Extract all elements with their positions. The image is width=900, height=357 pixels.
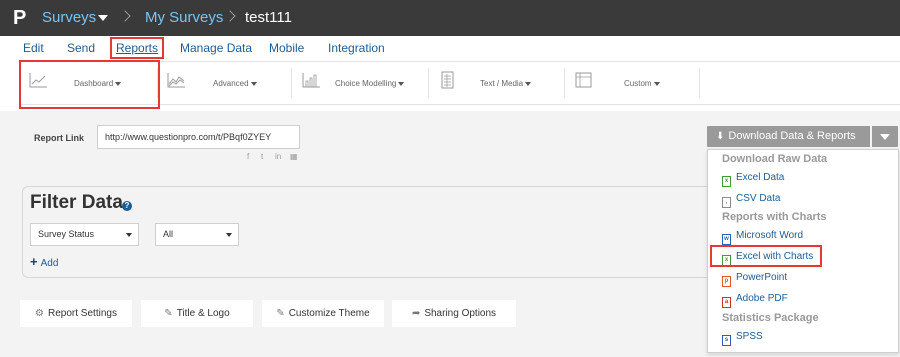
menu-item-adobe-pdf[interactable]: a Adobe PDF — [722, 293, 788, 308]
help-icon[interactable]: ? — [122, 201, 132, 211]
custom-layout-icon — [575, 72, 592, 88]
app-logo[interactable]: P — [13, 7, 26, 29]
subnav-text-media[interactable]: Text / Media — [429, 62, 564, 104]
csv-file-icon: , — [722, 197, 731, 208]
edit-icon: ✎ — [276, 308, 285, 319]
report-link-label: Report Link — [34, 133, 85, 143]
tab-report-settings-label: Report Settings — [48, 308, 117, 319]
add-filter-label: Add — [40, 258, 59, 269]
plus-icon: + — [30, 254, 38, 269]
menu-item-adobe-pdf-label: Adobe PDF — [736, 293, 788, 304]
add-filter-link[interactable]: + Add — [30, 254, 59, 270]
menu-item-microsoft-word[interactable]: w Microsoft Word — [722, 230, 803, 245]
surveys-menu[interactable]: Surveys — [42, 8, 96, 28]
top-bar: P Surveys My Surveys test111 — [0, 0, 900, 36]
chevron-down-icon — [126, 233, 132, 237]
edit-icon: ✎ — [164, 308, 173, 319]
menu-item-csv-data[interactable]: , CSV Data — [722, 193, 780, 208]
highlight-box — [19, 60, 160, 109]
status-value-text: All — [163, 229, 174, 239]
menu-item-powerpoint-label: PowerPoint — [736, 272, 788, 283]
menu-header-statistics: Statistics Package — [722, 312, 819, 324]
pdf-file-icon: a — [722, 297, 731, 308]
grid-icon[interactable]: ▦ — [290, 152, 298, 161]
menu-item-excel-data[interactable]: x Excel Data — [722, 172, 784, 187]
menu-item-microsoft-word-label: Microsoft Word — [736, 230, 804, 241]
highlight-box — [710, 245, 822, 267]
menu-item-spss-label: SPSS — [736, 331, 763, 342]
word-file-icon: w — [722, 234, 731, 245]
tab-report-settings[interactable]: ⚙ Report Settings — [20, 300, 132, 327]
tab-sharing-options[interactable]: ➦ Sharing Options — [392, 300, 516, 327]
subnav-choice-modelling-label: Choice Modelling — [335, 79, 405, 89]
survey-status-select[interactable]: Survey Status — [30, 223, 139, 246]
nav-manage-data[interactable]: Manage Data — [180, 41, 252, 55]
powerpoint-file-icon: p — [722, 276, 731, 287]
subnav-advanced[interactable]: Advanced — [158, 62, 291, 104]
facebook-icon[interactable]: f — [247, 152, 249, 161]
nav-send[interactable]: Send — [67, 41, 95, 55]
share-icon: ➦ — [411, 308, 421, 319]
tab-customize-theme-label: Customize Theme — [288, 308, 370, 319]
survey-status-value: Survey Status — [38, 229, 95, 239]
subnav-text-media-label: Text / Media — [480, 79, 532, 89]
breadcrumb-chevron-icon — [119, 10, 131, 22]
nav-integration[interactable]: Integration — [328, 41, 385, 55]
subnav-choice-modelling[interactable]: Choice Modelling — [292, 62, 428, 104]
chevron-down-icon — [226, 233, 232, 237]
download-dropdown-toggle[interactable] — [872, 126, 898, 147]
tab-title-logo[interactable]: ✎ Title & Logo — [141, 300, 253, 327]
download-data-reports-button[interactable]: ⬇ Download Data & Reports — [707, 126, 870, 147]
breadcrumb-chevron-icon — [224, 10, 236, 22]
area-chart-icon — [167, 73, 185, 88]
menu-item-csv-data-label: CSV Data — [736, 193, 781, 204]
subnav-advanced-label: Advanced — [213, 79, 257, 89]
document-grid-icon — [441, 71, 454, 89]
chevron-down-icon[interactable] — [98, 15, 108, 21]
report-link-input[interactable] — [97, 125, 300, 149]
subnav-custom[interactable]: Custom — [565, 62, 698, 104]
highlight-box — [110, 37, 164, 59]
download-icon: ⬇ — [716, 131, 725, 142]
breadcrumb-my-surveys[interactable]: My Surveys — [145, 8, 223, 28]
excel-file-icon: x — [722, 176, 731, 187]
tab-title-logo-label: Title & Logo — [176, 308, 230, 319]
toolbar-divider — [699, 68, 700, 98]
gears-icon: ⚙ — [35, 308, 45, 319]
menu-item-powerpoint[interactable]: p PowerPoint — [722, 272, 787, 287]
nav-mobile[interactable]: Mobile — [269, 41, 304, 55]
status-value-select[interactable]: All — [155, 223, 239, 246]
menu-header-raw-data: Download Raw Data — [722, 153, 828, 165]
breadcrumb-current-survey: test111 — [245, 9, 292, 26]
bar-chart-icon — [302, 73, 320, 88]
menu-header-reports-charts: Reports with Charts — [722, 211, 827, 223]
twitter-icon[interactable]: t — [261, 152, 263, 161]
filter-data-title: Filter Data — [30, 192, 123, 213]
tab-customize-theme[interactable]: ✎ Customize Theme — [262, 300, 384, 327]
menu-item-excel-data-label: Excel Data — [736, 172, 785, 183]
spss-file-icon: s — [722, 335, 731, 346]
subnav-custom-label: Custom — [624, 79, 660, 89]
download-button-label: Download Data & Reports — [728, 130, 856, 142]
tab-sharing-options-label: Sharing Options — [424, 308, 497, 319]
linkedin-icon[interactable]: in — [275, 152, 281, 161]
menu-item-spss[interactable]: s SPSS — [722, 331, 763, 346]
nav-edit[interactable]: Edit — [23, 41, 44, 55]
